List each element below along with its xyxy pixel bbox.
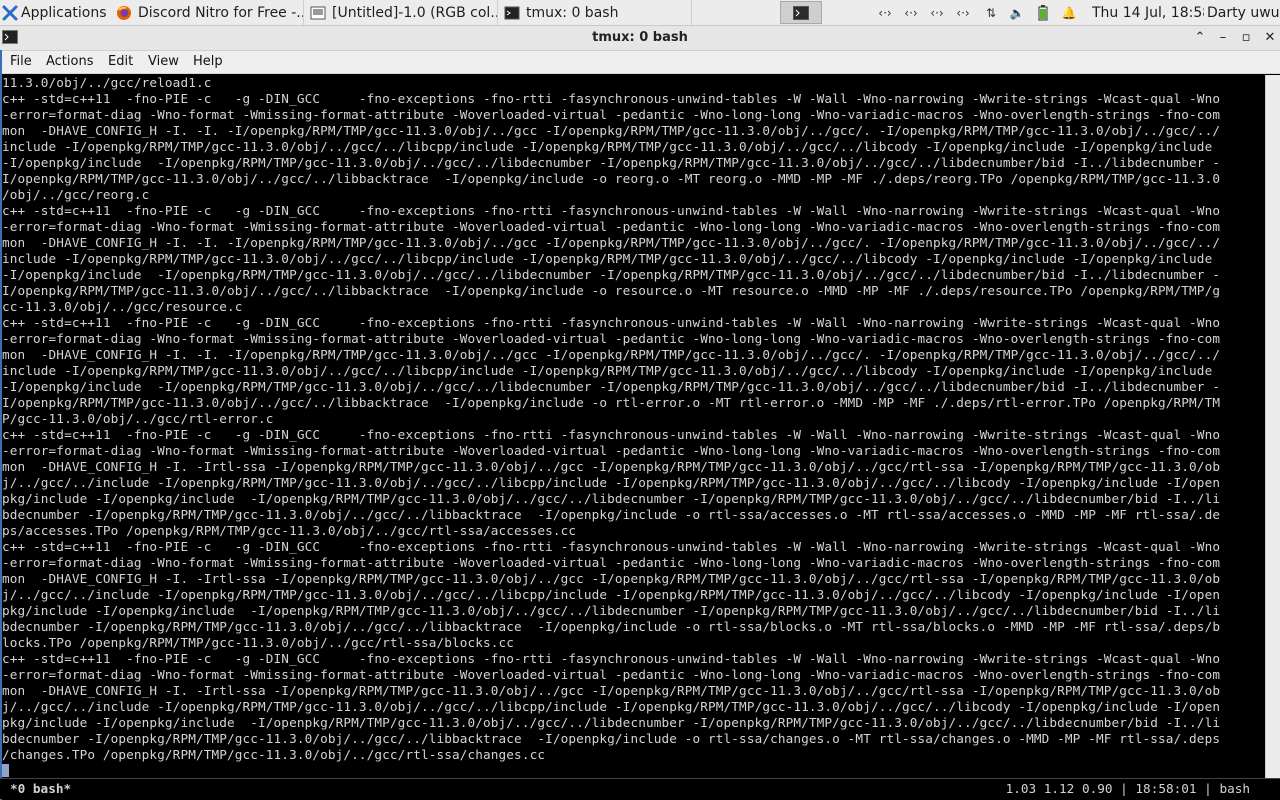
terminal-line: -I/openpkg/include -I/openpkg/RPM/TMP/gc…: [2, 267, 1221, 282]
task-tmux[interactable]: tmux: 0 bash: [498, 0, 692, 25]
user-name[interactable]: Darty uwu: [1207, 0, 1280, 25]
terminal-line: c++ -std=c++11 -fno-PIE -c -g -DIN_GCC -…: [2, 539, 1221, 554]
terminal-line: -error=format-diag -Wno-format -Wmissing…: [2, 667, 1221, 682]
terminal-line: mon -DHAVE_CONFIG_H -I. -I. -I/openpkg/R…: [2, 123, 1221, 138]
terminal-line: bdecnumber -I/openpkg/RPM/TMP/gcc-11.3.0…: [2, 507, 1221, 522]
terminal-line: 11.3.0/obj/../gcc/reload1.c: [2, 75, 212, 90]
terminal-line: c++ -std=c++11 -fno-PIE -c -g -DIN_GCC -…: [2, 427, 1221, 442]
top-panel: Applications ☰ Discord Nitro for Free -.…: [0, 0, 1280, 26]
maximize-button[interactable]: ▫: [1238, 30, 1254, 46]
menu-edit[interactable]: Edit: [108, 54, 133, 69]
terminal-line: j/../gcc/../include -I/openpkg/RPM/TMP/g…: [2, 699, 1221, 714]
terminal-line: -error=format-diag -Wno-format -Wmissing…: [2, 443, 1221, 458]
shade-button[interactable]: ⌃: [1192, 30, 1208, 46]
terminal-line: ps/accesses.TPo /openpkg/RPM/TMP/gcc-11.…: [2, 523, 577, 538]
terminal-line: I/openpkg/RPM/TMP/gcc-11.3.0/obj/../gcc/…: [2, 171, 1221, 186]
terminal-line: c++ -std=c++11 -fno-PIE -c -g -DIN_GCC -…: [2, 651, 1221, 666]
terminal-line: locks.TPo /openpkg/RPM/TMP/gcc-11.3.0/ob…: [2, 635, 515, 650]
terminal-line: mon -DHAVE_CONFIG_H -I. -Irtl-ssa -I/ope…: [2, 683, 1221, 698]
tmux-status-right: 1.03 1.12 0.90 | 18:58:01 | bash: [1005, 781, 1250, 796]
workspace-switcher[interactable]: [780, 1, 822, 24]
task-gimp[interactable]: [Untitled]-1.0 (RGB col...: [304, 0, 498, 25]
terminal-line: mon -DHAVE_CONFIG_H -I. -I. -I/openpkg/R…: [2, 347, 1221, 362]
terminal-line: I/openpkg/RPM/TMP/gcc-11.3.0/obj/../gcc/…: [2, 283, 1221, 298]
task-label: [Untitled]-1.0 (RGB col...: [332, 4, 498, 21]
menu-view[interactable]: View: [148, 54, 179, 69]
menu-help[interactable]: Help: [193, 54, 223, 69]
task-label: tmux: 0 bash: [526, 4, 619, 21]
text-cursor: [2, 764, 9, 777]
applications-label: Applications: [21, 4, 107, 21]
terminal-line: include -I/openpkg/RPM/TMP/gcc-11.3.0/ob…: [2, 139, 1213, 154]
network-icon[interactable]: ‹·›: [954, 5, 972, 20]
terminal-line: -I/openpkg/include -I/openpkg/RPM/TMP/gc…: [2, 379, 1221, 394]
terminal-line: c++ -std=c++11 -fno-PIE -c -g -DIN_GCC -…: [2, 315, 1221, 330]
terminal-line: I/openpkg/RPM/TMP/gcc-11.3.0/obj/../gcc/…: [2, 395, 1221, 410]
menu-file[interactable]: File: [10, 54, 32, 69]
terminal-line: -error=format-diag -Wno-format -Wmissing…: [2, 107, 1221, 122]
prompt-line[interactable]: [2, 763, 1264, 777]
tmux-status-bar: *0 bash* 1.03 1.12 0.90 | 18:58:01 | bas…: [0, 778, 1280, 799]
clock[interactable]: Thu 14 Jul, 18:58: [1092, 0, 1204, 25]
volume-icon[interactable]: 🔈: [1008, 5, 1026, 20]
terminal-line: -error=format-diag -Wno-format -Wmissing…: [2, 555, 1221, 570]
terminal-line: mon -DHAVE_CONFIG_H -I. -Irtl-ssa -I/ope…: [2, 459, 1221, 474]
terminal-line: mon -DHAVE_CONFIG_H -I. -I. -I/openpkg/R…: [2, 235, 1221, 250]
minimize-button[interactable]: –: [1215, 30, 1231, 46]
window-title: tmux: 0 bash: [592, 30, 688, 45]
applications-menu-button[interactable]: Applications ☰: [0, 0, 108, 25]
terminal-line: P/gcc-11.3.0/obj/../gcc/rtl-error.c: [2, 411, 274, 426]
scrollbar[interactable]: [1265, 75, 1280, 778]
terminal-line: /changes.TPo /openpkg/RPM/TMP/gcc-11.3.0…: [2, 747, 546, 762]
tmux-window-label: *0 bash*: [10, 781, 72, 796]
terminal-line: /obj/../gcc/reorg.c: [2, 187, 150, 202]
network-icon[interactable]: ‹·›: [876, 5, 894, 20]
firefox-icon: [117, 5, 131, 20]
window-titlebar[interactable]: tmux: 0 bash ⌃ – ▫ ✕: [0, 26, 1280, 51]
terminal-output[interactable]: 11.3.0/obj/../gcc/reload1.c c++ -std=c++1…: [2, 75, 1264, 777]
terminal-line: j/../gcc/../include -I/openpkg/RPM/TMP/g…: [2, 587, 1221, 602]
terminal-line: bdecnumber -I/openpkg/RPM/TMP/gcc-11.3.0…: [2, 731, 1221, 746]
menu-actions[interactable]: Actions: [46, 54, 94, 69]
terminal-line: mon -DHAVE_CONFIG_H -I. -Irtl-ssa -I/ope…: [2, 571, 1221, 586]
network-icon[interactable]: ‹·›: [928, 5, 946, 20]
network-icon[interactable]: ‹·›: [902, 5, 920, 20]
menu-bar: File Actions Edit View Help: [0, 51, 1280, 74]
terminal-line: pkg/include -I/openpkg/include -I/openpk…: [2, 491, 1221, 506]
terminal-line: -error=format-diag -Wno-format -Wmissing…: [2, 331, 1221, 346]
task-discord[interactable]: Discord Nitro for Free -...: [110, 0, 304, 25]
terminal-line: pkg/include -I/openpkg/include -I/openpk…: [2, 715, 1221, 730]
battery-icon[interactable]: [1034, 4, 1052, 20]
terminal-line: include -I/openpkg/RPM/TMP/gcc-11.3.0/ob…: [2, 363, 1213, 378]
transfer-icon[interactable]: ⇅: [982, 5, 1000, 20]
task-label: Discord Nitro for Free -...: [138, 4, 304, 21]
terminal-line: pkg/include -I/openpkg/include -I/openpk…: [2, 603, 1221, 618]
terminal-line: c++ -std=c++11 -fno-PIE -c -g -DIN_GCC -…: [2, 91, 1221, 106]
terminal-line: j/../gcc/../include -I/openpkg/RPM/TMP/g…: [2, 475, 1221, 490]
terminal-line: include -I/openpkg/RPM/TMP/gcc-11.3.0/ob…: [2, 251, 1213, 266]
terminal-line: cc-11.3.0/obj/../gcc/resource.c: [2, 299, 243, 314]
terminal-line: -error=format-diag -Wno-format -Wmissing…: [2, 219, 1221, 234]
terminal-line: bdecnumber -I/openpkg/RPM/TMP/gcc-11.3.0…: [2, 619, 1221, 634]
terminal-icon: [504, 6, 520, 19]
terminal-icon: [793, 5, 809, 20]
bell-icon[interactable]: 🔔: [1060, 5, 1078, 20]
terminal-line: -I/openpkg/include -I/openpkg/RPM/TMP/gc…: [2, 155, 1221, 170]
terminal-line: c++ -std=c++11 -fno-PIE -c -g -DIN_GCC -…: [2, 203, 1221, 218]
gimp-icon: [310, 6, 326, 19]
close-button[interactable]: ✕: [1262, 30, 1278, 46]
xfce-logo-icon: [2, 5, 18, 20]
